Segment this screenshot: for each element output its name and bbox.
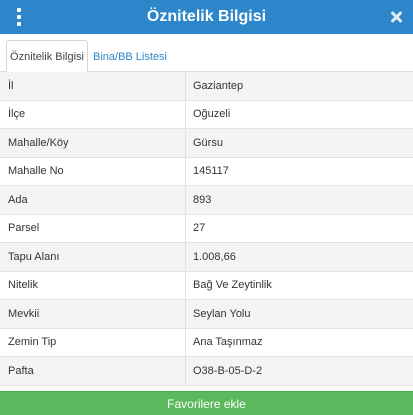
- attribute-value: Oğuzeli: [193, 108, 231, 121]
- dialog-title: Öznitelik Bilgisi: [146, 8, 267, 25]
- table-row: Nitelik Bağ Ve Zeytinlik: [0, 271, 413, 300]
- attribute-label: Zemin Tip: [0, 328, 186, 356]
- attribute-label: İl: [0, 72, 186, 100]
- table-row: Mahalle/Köy Gürsu: [0, 129, 413, 158]
- table-row: Parsel 27: [0, 214, 413, 243]
- attribute-label: Parsel: [0, 214, 186, 242]
- attribute-value: 145117: [193, 165, 229, 178]
- close-icon[interactable]: [387, 8, 405, 26]
- attribute-table: İl Gaziantep İlçe Oğuzeli Mahalle/Köy Gü…: [0, 72, 413, 386]
- table-row: Ada 893: [0, 186, 413, 215]
- dialog-header: Öznitelik Bilgisi: [0, 0, 413, 34]
- attribute-value: 27: [193, 222, 206, 235]
- attribute-label: Mevkii: [0, 300, 186, 328]
- attribute-value: Seylan Yolu: [193, 307, 251, 320]
- attribute-label: Mahalle/Köy: [0, 129, 186, 157]
- table-row: İlçe Oğuzeli: [0, 100, 413, 129]
- add-to-favorites-button[interactable]: Favorilere ekle: [0, 391, 413, 415]
- table-row: Zemin Tip Ana Taşınmaz: [0, 328, 413, 357]
- attribute-label: Mahalle No: [0, 157, 186, 185]
- attribute-value: 893: [193, 193, 212, 206]
- table-row: İl Gaziantep: [0, 72, 413, 101]
- attribute-value: O38-B-05-D-2: [193, 364, 263, 377]
- tab-attribute-info[interactable]: Öznitelik Bilgisi: [6, 40, 88, 73]
- attribute-value: Ana Taşınmaz: [193, 336, 263, 349]
- table-row: Pafta O38-B-05-D-2: [0, 357, 413, 386]
- table-row: Mevkii Seylan Yolu: [0, 300, 413, 329]
- attribute-label: Tapu Alanı: [0, 243, 186, 271]
- attribute-value: Bağ Ve Zeytinlik: [193, 279, 272, 292]
- tab-bar: Öznitelik Bilgisi Bina/BB Listesi: [0, 34, 413, 73]
- attribute-label: Nitelik: [0, 271, 186, 299]
- table-row: Tapu Alanı 1.008,66: [0, 243, 413, 272]
- attribute-value: Gürsu: [193, 136, 223, 149]
- tab-building-list[interactable]: Bina/BB Listesi: [90, 40, 170, 73]
- attribute-value: Gaziantep: [193, 79, 244, 92]
- attribute-label: Pafta: [0, 357, 186, 385]
- menu-icon[interactable]: [16, 8, 22, 26]
- attribute-label: İlçe: [0, 100, 186, 128]
- attribute-label: Ada: [0, 186, 186, 214]
- table-row: Mahalle No 145117: [0, 157, 413, 186]
- attribute-value: 1.008,66: [193, 250, 236, 263]
